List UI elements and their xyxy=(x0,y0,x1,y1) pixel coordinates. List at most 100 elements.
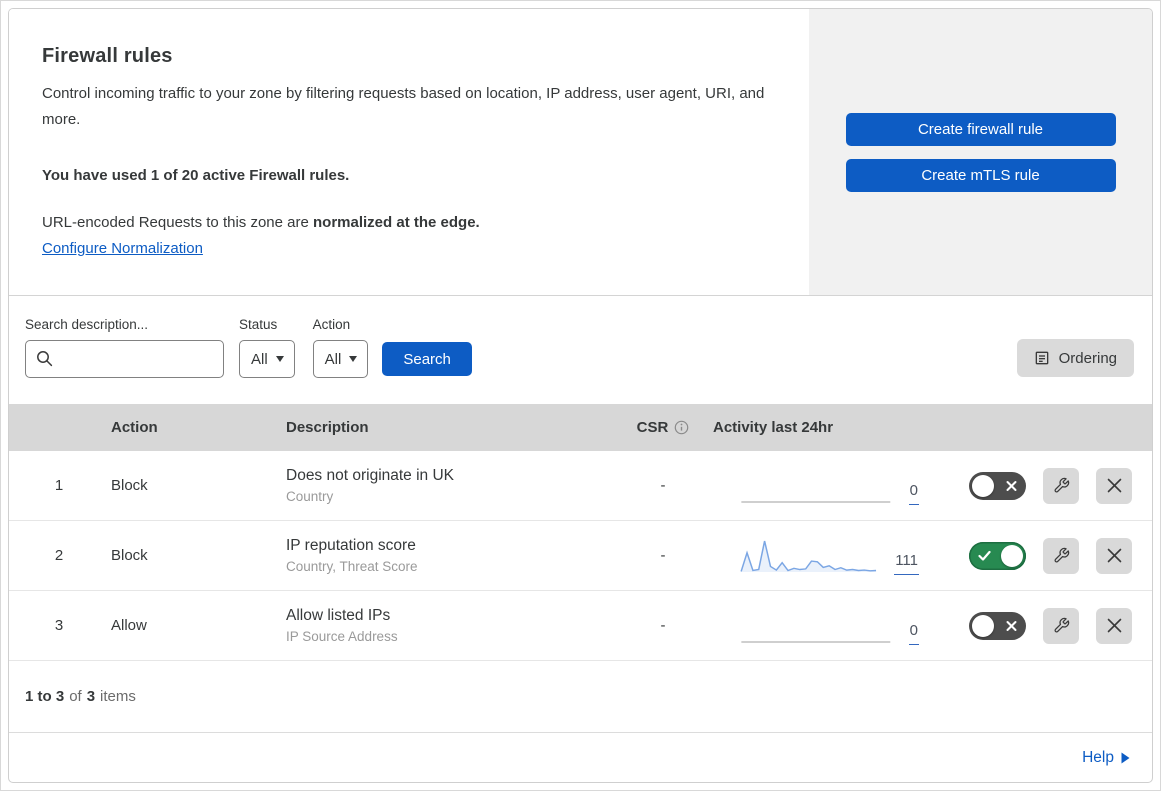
rule-fields: Country, Threat Score xyxy=(286,559,418,574)
info-icon[interactable] xyxy=(674,420,689,435)
rule-action: Block xyxy=(111,547,148,564)
check-icon xyxy=(978,550,991,561)
rule-enabled-toggle[interactable] xyxy=(969,541,1026,570)
actions-panel: Create firewall rule Create mTLS rule xyxy=(809,9,1152,295)
page-description: Control incoming traffic to your zone by… xyxy=(42,85,765,129)
create-mtls-rule-button[interactable]: Create mTLS rule xyxy=(845,158,1116,192)
delete-rule-button[interactable] xyxy=(1096,467,1132,504)
help-row: Help xyxy=(9,733,1152,782)
table-header-row: Action Description CSR Activity last 24h… xyxy=(9,404,1152,451)
toggle-knob xyxy=(972,614,994,637)
table-row: 2 Block IP reputation score Country, Thr… xyxy=(9,521,1152,591)
rule-controls xyxy=(949,467,1132,504)
header-csr-label: CSR xyxy=(636,419,669,436)
delete-rule-button[interactable] xyxy=(1096,537,1132,574)
action-dropdown-value: All xyxy=(324,350,342,368)
rule-csr-value: - xyxy=(660,477,666,494)
rule-description-cell: Allow listed IPs IP Source Address xyxy=(286,607,619,644)
rule-description-cell: Does not originate in UK Country xyxy=(286,467,619,504)
wrench-icon xyxy=(1053,617,1070,634)
header-description: Description xyxy=(286,419,369,436)
chevron-down-icon xyxy=(349,356,358,362)
search-box xyxy=(25,340,224,378)
rule-fields: Country xyxy=(286,489,334,504)
toggle-knob xyxy=(1001,544,1023,567)
configure-normalization-link[interactable]: Configure Normalization xyxy=(42,240,203,257)
rule-enabled-toggle[interactable] xyxy=(969,611,1026,640)
search-input[interactable] xyxy=(25,340,224,378)
activity-sparkline xyxy=(741,500,891,503)
activity-count-link[interactable]: 111 xyxy=(894,552,919,575)
activity-sparkline xyxy=(740,540,877,572)
table-body: 1 Block Does not originate in UK Country… xyxy=(9,451,1152,661)
help-arrow-icon xyxy=(1121,752,1130,764)
rule-activity-cell: 0 xyxy=(707,607,949,645)
rule-csr-value: - xyxy=(660,617,666,634)
status-dropdown-value: All xyxy=(251,350,268,368)
help-link[interactable]: Help xyxy=(1082,749,1130,767)
close-icon xyxy=(1107,478,1122,493)
ordering-button[interactable]: Ordering xyxy=(1016,339,1134,377)
edit-rule-button[interactable] xyxy=(1043,607,1079,644)
edit-rule-button[interactable] xyxy=(1043,537,1079,574)
rule-enabled-toggle[interactable] xyxy=(969,471,1026,500)
activity-sparkline xyxy=(741,640,891,643)
header-activity: Activity last 24hr xyxy=(713,419,834,436)
close-icon xyxy=(1107,548,1122,563)
table-row: 1 Block Does not originate in UK Country… xyxy=(9,451,1152,521)
filter-bar: Search description... Status All Action xyxy=(9,296,1152,404)
rule-priority: 3 xyxy=(54,617,64,634)
x-mark-icon xyxy=(1006,620,1017,631)
rule-action: Allow xyxy=(111,617,147,634)
action-label: Action xyxy=(312,317,351,332)
rule-description-cell: IP reputation score Country, Threat Scor… xyxy=(286,537,619,574)
rule-activity-cell: 111 xyxy=(707,537,949,575)
items-range: 1 to 3 xyxy=(25,688,65,705)
status-filter-group: Status All xyxy=(239,317,295,378)
normalization-text: URL-encoded Requests to this zone are xyxy=(42,213,309,231)
status-dropdown[interactable]: All xyxy=(239,340,295,378)
wrench-icon xyxy=(1053,547,1070,564)
create-firewall-rule-button[interactable]: Create firewall rule xyxy=(845,112,1116,146)
page-title: Firewall rules xyxy=(42,45,173,67)
items-of-label: of xyxy=(69,688,82,705)
action-dropdown[interactable]: All xyxy=(312,340,369,378)
items-total: 3 xyxy=(86,688,96,705)
edit-rule-button[interactable] xyxy=(1043,467,1079,504)
rule-csr-value: - xyxy=(660,547,666,564)
rule-description: Does not originate in UK xyxy=(286,467,455,484)
header-csr: CSR xyxy=(619,419,707,436)
ordering-list-icon xyxy=(1034,350,1050,366)
status-label: Status xyxy=(239,317,278,332)
activity-count-link[interactable]: 0 xyxy=(908,622,919,645)
normalization-bold: normalized at the edge. xyxy=(313,213,480,231)
search-label: Search description... xyxy=(25,317,149,332)
rule-priority: 1 xyxy=(54,477,64,494)
search-button[interactable]: Search xyxy=(382,342,472,376)
rule-priority: 2 xyxy=(54,547,64,564)
search-icon xyxy=(36,350,53,367)
wrench-icon xyxy=(1053,477,1070,494)
rule-description: IP reputation score xyxy=(286,537,416,554)
rule-controls xyxy=(949,537,1132,574)
firewall-rules-card: Firewall rules Control incoming traffic … xyxy=(8,8,1153,783)
overview-panel: Firewall rules Control incoming traffic … xyxy=(9,9,1152,296)
rule-action: Block xyxy=(111,477,148,494)
help-link-label: Help xyxy=(1082,748,1114,766)
rule-description: Allow listed IPs xyxy=(286,607,391,624)
toggle-knob xyxy=(972,474,994,497)
normalization-note: URL-encoded Requests to this zone are no… xyxy=(42,214,779,231)
ordering-button-label: Ordering xyxy=(1058,349,1117,367)
header-action: Action xyxy=(111,419,158,436)
rule-fields: IP Source Address xyxy=(286,629,398,644)
overview-text-column: Firewall rules Control incoming traffic … xyxy=(9,9,809,295)
activity-count-link[interactable]: 0 xyxy=(908,482,919,505)
search-group: Search description... xyxy=(25,317,224,378)
x-mark-icon xyxy=(1006,480,1017,491)
page-frame: Firewall rules Control incoming traffic … xyxy=(0,0,1161,791)
delete-rule-button[interactable] xyxy=(1096,607,1132,644)
items-label: items xyxy=(100,688,136,705)
close-icon xyxy=(1107,618,1122,633)
table-row: 3 Allow Allow listed IPs IP Source Addre… xyxy=(9,591,1152,661)
items-count-row: 1 to 3 of 3 items xyxy=(9,661,1152,733)
